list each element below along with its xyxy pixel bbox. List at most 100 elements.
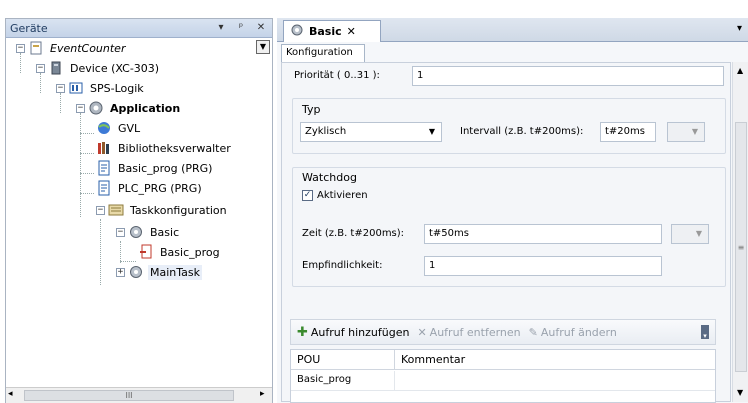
table-cell-kommentar[interactable] xyxy=(395,371,715,391)
tree-node-gvl[interactable]: GVL xyxy=(96,119,142,137)
tree-label: Basic_prog (PRG) xyxy=(118,161,213,175)
tree-label: Taskkonfiguration xyxy=(130,203,227,217)
typ-group-title: Typ xyxy=(302,103,321,116)
tab-konfiguration[interactable]: Konfiguration xyxy=(281,44,365,62)
library-icon xyxy=(96,140,112,156)
prioritaet-label: Priorität ( 0..31 ): xyxy=(294,70,380,81)
scroll-grip: III xyxy=(125,391,133,400)
configuration-panel: Priorität ( 0..31 ): 1 Typ Zyklisch ▼ In… xyxy=(281,62,731,403)
tab-basic[interactable]: Basic ✕ xyxy=(283,20,381,42)
tree-label: SPS-Logik xyxy=(90,81,144,95)
tree-node-taskkonfiguration[interactable]: − Taskkonfiguration xyxy=(96,201,229,219)
tree-label: PLC_PRG (PRG) xyxy=(118,181,202,195)
chevron-down-icon[interactable]: ▼ xyxy=(690,225,708,243)
tree-label: Application xyxy=(110,101,181,115)
chevron-down-icon[interactable]: ▼ xyxy=(686,123,704,141)
collapse-icon[interactable]: − xyxy=(16,43,25,53)
tree-label: GVL xyxy=(118,121,141,135)
collapse-icon[interactable]: − xyxy=(96,205,105,215)
table-header-pou[interactable]: POU xyxy=(291,350,395,370)
prioritaet-input[interactable]: 1 xyxy=(412,66,724,86)
device-icon xyxy=(48,60,64,76)
checkbox-checked-icon[interactable]: ✓ xyxy=(302,190,313,201)
tree-node-sps-logik[interactable]: − SPS-Logik xyxy=(56,79,146,97)
collapse-icon[interactable]: − xyxy=(36,63,45,73)
scroll-right-icon[interactable]: ▸ xyxy=(260,389,265,399)
close-panel-icon[interactable]: ✕ xyxy=(254,21,268,35)
tree-node-eventcounter[interactable]: − EventCounter xyxy=(16,39,127,57)
task-gear-icon xyxy=(128,264,144,280)
tree-node-device[interactable]: − Device (XC-303) xyxy=(36,59,161,77)
tab-label: Basic xyxy=(309,25,342,38)
collapse-icon[interactable]: − xyxy=(56,83,65,93)
collapse-icon[interactable]: − xyxy=(116,227,125,237)
call-toolbar: ✚ Aufruf hinzufügen ✕ Aufruf entfernen ✎… xyxy=(290,319,716,345)
plus-icon: ✚ xyxy=(297,324,308,340)
change-call-label: Aufruf ändern xyxy=(540,325,617,339)
tree-node-basic-prog[interactable]: Basic_prog (PRG) xyxy=(96,159,214,177)
task-config-icon xyxy=(108,202,124,218)
remove-call-label: Aufruf entfernen xyxy=(429,325,521,339)
table-header-kommentar[interactable]: Kommentar xyxy=(395,350,715,370)
task-gear-icon xyxy=(290,23,304,40)
aktivieren-label: Aktivieren xyxy=(317,190,368,201)
typ-select-value: Zyklisch xyxy=(305,126,347,137)
program-icon xyxy=(96,180,112,196)
close-tab-icon[interactable]: ✕ xyxy=(347,25,356,38)
scroll-up-icon[interactable]: ▲ xyxy=(737,66,743,75)
toolbar-overflow-icon[interactable]: ▾ xyxy=(701,325,709,340)
tree-node-basic-task[interactable]: − Basic xyxy=(116,223,181,241)
tree-label: Bibliotheksverwalter xyxy=(118,141,231,155)
scroll-down-icon[interactable]: ▼ xyxy=(256,40,270,54)
edit-icon: ✎ xyxy=(528,325,538,339)
intervall-label: Intervall (z.B. t#200ms): xyxy=(460,126,584,137)
tree-label: Device (XC-303) xyxy=(70,61,160,75)
program-call-icon xyxy=(138,244,154,260)
pin-icon[interactable]: ᵖ xyxy=(234,21,248,35)
tree-label: Basic_prog xyxy=(160,245,220,259)
devices-panel-title: Geräte xyxy=(10,22,48,35)
tree-node-application[interactable]: − Application xyxy=(76,99,182,117)
tree-label: MainTask xyxy=(148,264,202,280)
empfindlichkeit-label: Empfindlichkeit: xyxy=(302,260,383,271)
intervall-unit-select[interactable]: ▼ xyxy=(667,122,705,142)
program-icon xyxy=(96,160,112,176)
globe-icon xyxy=(96,120,112,136)
zeit-label: Zeit (z.B. t#200ms): xyxy=(302,228,405,239)
scroll-left-icon[interactable]: ◂ xyxy=(8,389,13,399)
collapse-icon[interactable]: − xyxy=(76,103,85,113)
editor-area: Basic ✕ ▾ Konfiguration Priorität ( 0..3… xyxy=(277,18,748,403)
editor-tab-bar: Basic ✕ ▾ xyxy=(277,18,748,42)
devices-panel: Geräte ▾ ᵖ ✕ ▼ − EventCounter − Device (… xyxy=(5,18,273,403)
application-gear-icon xyxy=(88,100,104,116)
expand-icon[interactable]: + xyxy=(116,267,125,277)
table-cell-pou[interactable]: Basic_prog xyxy=(291,371,395,391)
aktivieren-checkbox-row[interactable]: ✓ Aktivieren xyxy=(302,190,368,201)
vertical-scrollbar[interactable]: ▲ ≡ ▼ xyxy=(732,62,748,402)
add-call-label: Aufruf hinzufügen xyxy=(310,325,410,339)
scroll-thumb[interactable]: ≡ xyxy=(735,122,747,372)
tree-node-bibliotheksverwalter[interactable]: Bibliotheksverwalter xyxy=(96,139,233,157)
panel-menu-dropdown-icon[interactable]: ▾ xyxy=(214,21,228,35)
scroll-thumb[interactable]: III xyxy=(24,390,234,401)
zeit-input[interactable]: t#50ms xyxy=(424,224,662,244)
intervall-input[interactable]: t#20ms xyxy=(600,122,656,142)
plc-logic-icon xyxy=(68,80,84,96)
horizontal-scrollbar[interactable]: ◂ III ▸ xyxy=(6,387,272,403)
scroll-down-icon[interactable]: ▼ xyxy=(737,388,743,397)
add-call-button[interactable]: ✚ Aufruf hinzufügen xyxy=(297,325,409,340)
remove-call-button[interactable]: ✕ Aufruf entfernen xyxy=(417,326,520,339)
typ-select[interactable]: Zyklisch ▼ xyxy=(300,122,442,142)
change-call-button[interactable]: ✎ Aufruf ändern xyxy=(529,326,617,339)
zeit-unit-select[interactable]: ▼ xyxy=(671,224,709,244)
x-icon: ✕ xyxy=(417,325,427,339)
tree-node-maintask[interactable]: + MainTask xyxy=(116,263,266,281)
empfindlichkeit-input[interactable]: 1 xyxy=(424,256,662,276)
tree-label: EventCounter xyxy=(50,41,126,55)
tree-label: Basic xyxy=(150,225,180,239)
chevron-down-icon[interactable]: ▼ xyxy=(423,123,441,141)
tree-node-plc-prg[interactable]: PLC_PRG (PRG) xyxy=(96,179,204,197)
task-gear-icon xyxy=(128,224,144,240)
tab-list-dropdown-icon[interactable]: ▾ xyxy=(737,23,742,34)
tree-node-basic-prog-call[interactable]: Basic_prog xyxy=(138,243,222,261)
